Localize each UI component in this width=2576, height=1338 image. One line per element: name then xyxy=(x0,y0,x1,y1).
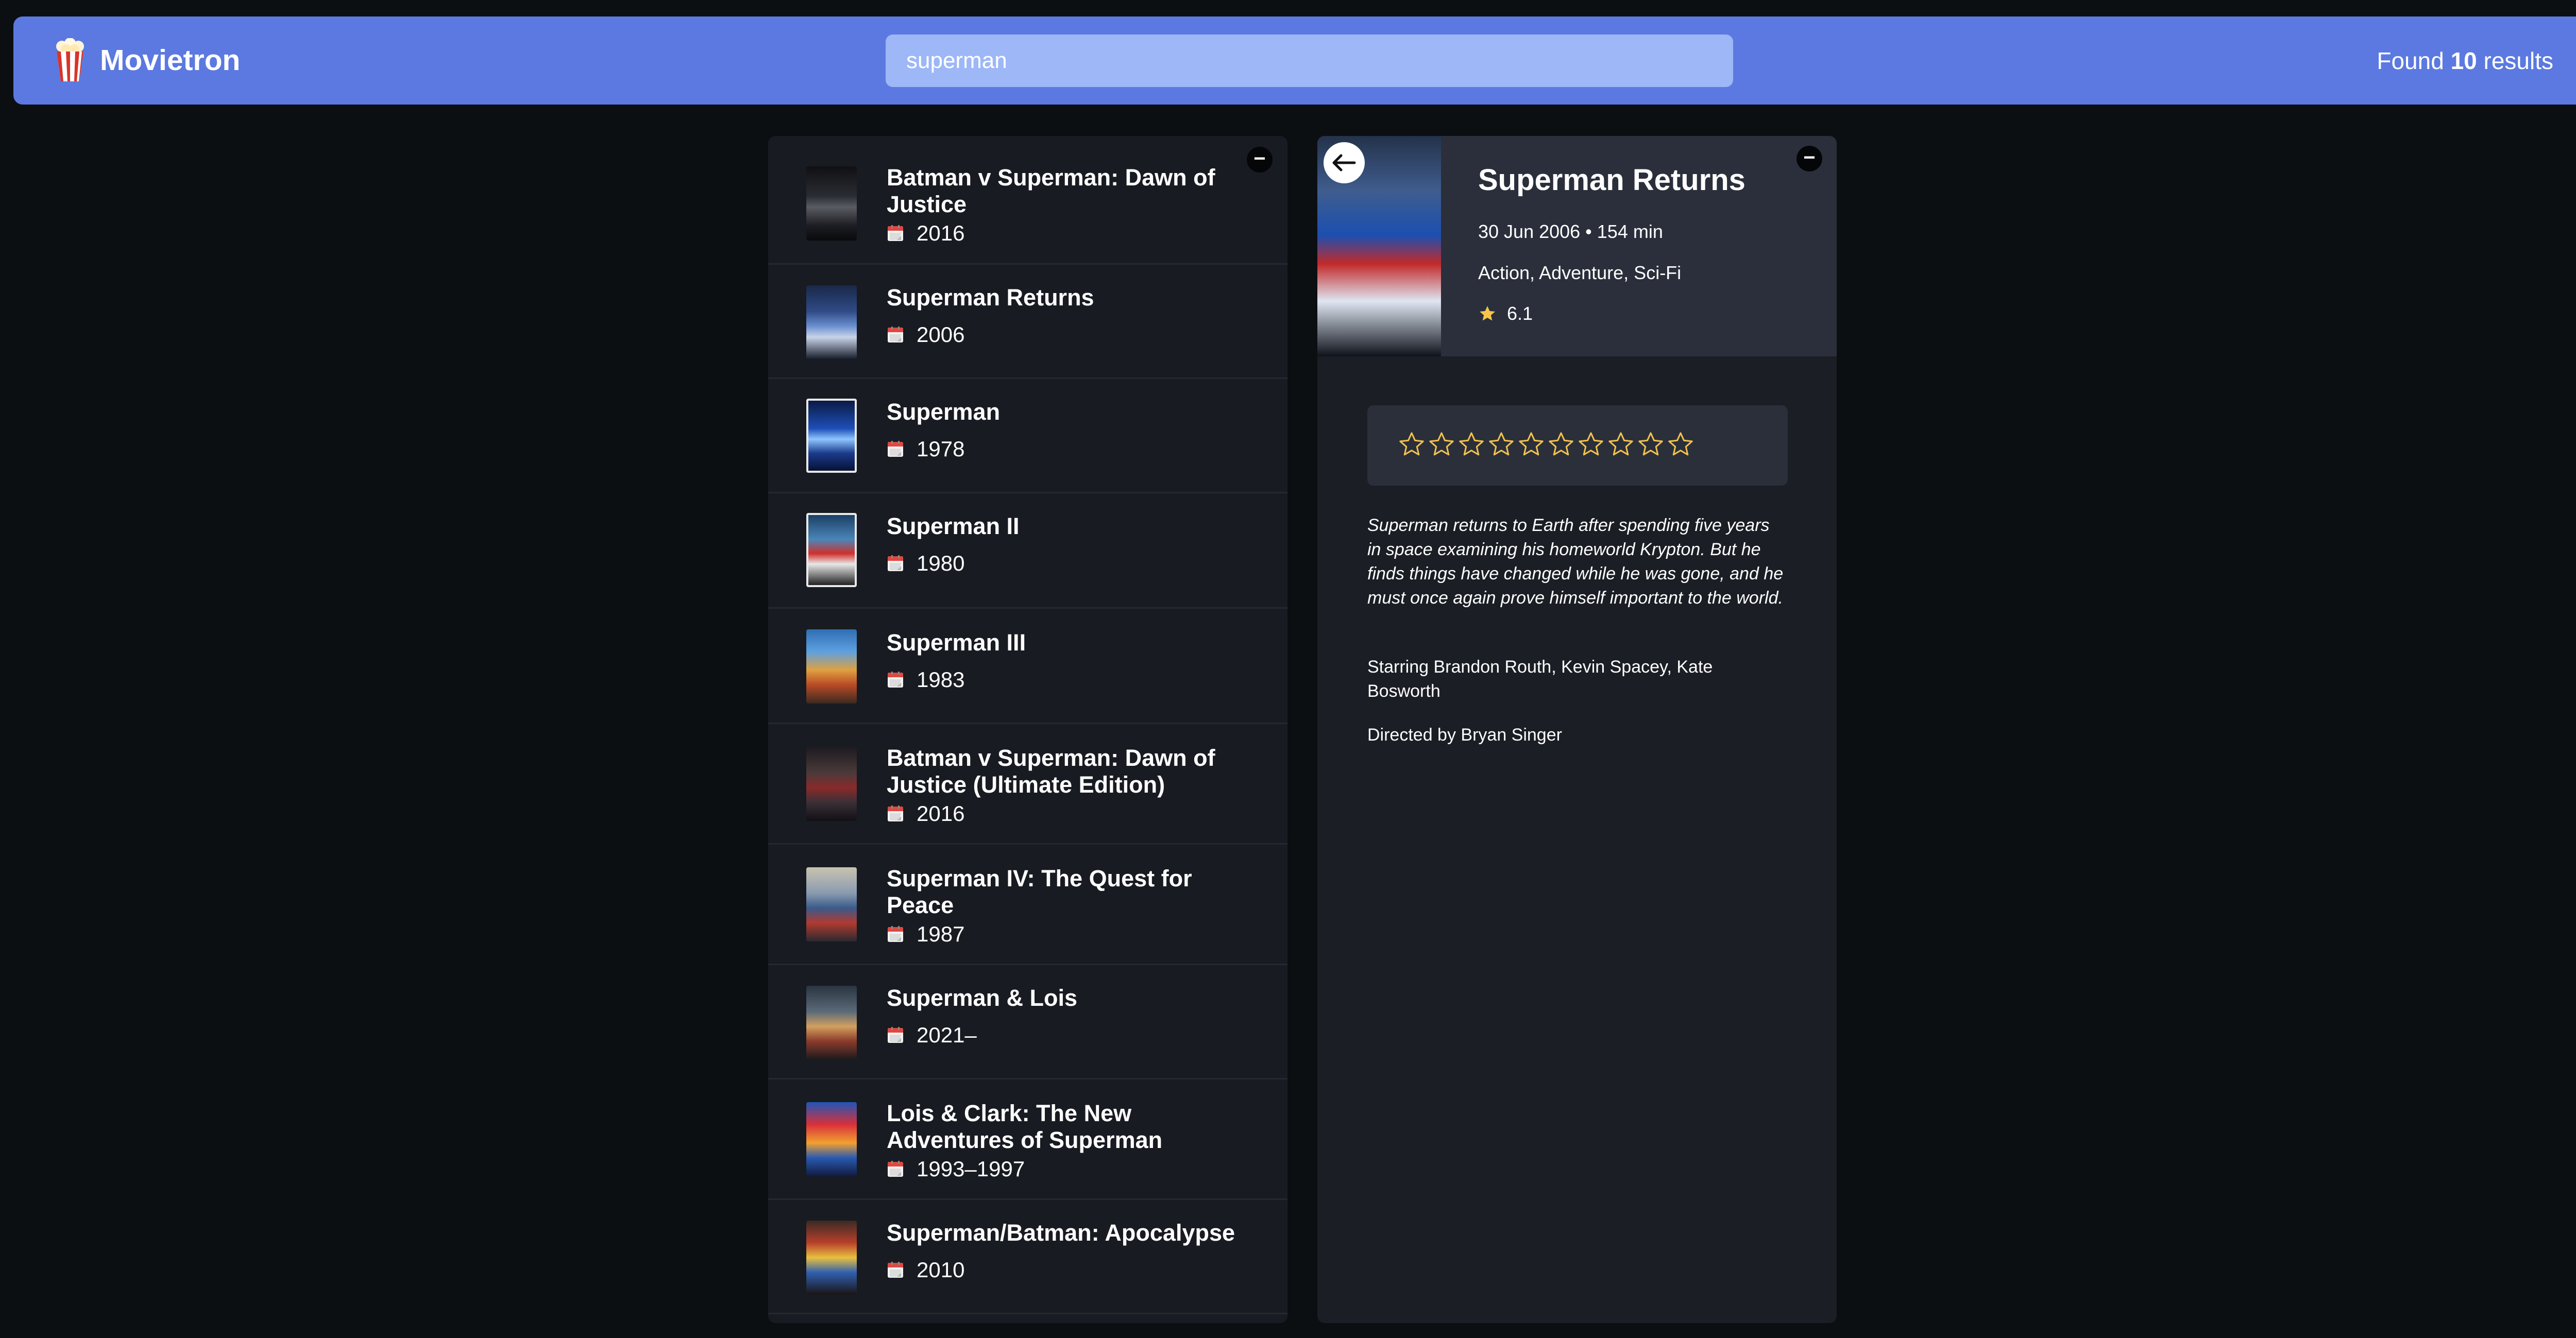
list-item[interactable]: Batman v Superman: Dawn of Justice (Ulti… xyxy=(768,724,1287,845)
list-item[interactable]: Superman II 1980 xyxy=(768,493,1287,609)
list-item[interactable]: Superman Returns 2006 xyxy=(768,265,1287,379)
top-navbar: Movietron Found 10 results xyxy=(13,16,2576,105)
rate-star-icon[interactable] xyxy=(1606,430,1635,459)
rate-star-icon[interactable] xyxy=(1487,430,1516,459)
movie-title: Superman/Batman: Apocalypse xyxy=(887,1220,1235,1246)
calendar-icon xyxy=(887,805,904,822)
movie-year: 2006 xyxy=(917,322,965,347)
movie-year: 2016 xyxy=(917,221,965,245)
back-button[interactable] xyxy=(1324,142,1365,183)
list-item[interactable]: Lois & Clark: The New Adventures of Supe… xyxy=(768,1079,1287,1200)
list-item[interactable]: Superman 1978 xyxy=(768,379,1287,493)
detail-header: − Superman Returns 30 Jun 2006 • 154 min… xyxy=(1317,136,1837,356)
rate-star-icon[interactable] xyxy=(1666,430,1695,459)
detail-title: Superman Returns xyxy=(1478,163,1745,197)
movie-title: Superman Returns xyxy=(887,284,1094,311)
movie-year-row: 2021– xyxy=(887,1022,977,1049)
movie-year-row: 1993–1997 xyxy=(887,1156,1025,1182)
movie-title: Batman v Superman: Dawn of Justice (Ulti… xyxy=(887,745,1215,798)
calendar-icon xyxy=(887,555,904,572)
movie-poster xyxy=(806,285,857,359)
movie-title: Superman III xyxy=(887,629,1026,656)
result-count-suffix: results xyxy=(2483,47,2553,74)
movie-title: Superman & Lois xyxy=(887,985,1078,1011)
rate-star-icon[interactable] xyxy=(1457,430,1486,459)
movie-detail-panel: − Superman Returns 30 Jun 2006 • 154 min… xyxy=(1317,136,1837,1323)
result-count: Found 10 results xyxy=(2377,45,2553,76)
app-name: Movietron xyxy=(100,44,241,77)
calendar-icon xyxy=(887,671,904,689)
list-item[interactable]: Superman III 1983 xyxy=(768,609,1287,724)
calendar-icon xyxy=(887,1026,904,1044)
user-rating-box xyxy=(1367,405,1788,486)
movie-poster xyxy=(806,513,857,587)
list-item[interactable]: Superman/Batman: Apocalypse 2010 xyxy=(768,1200,1287,1314)
movie-year: 2016 xyxy=(917,801,965,826)
app-logo[interactable]: Movietron xyxy=(54,37,240,83)
result-count-number: 10 xyxy=(2450,47,2477,74)
directed-by: Directed by Bryan Singer xyxy=(1367,725,1562,745)
list-item[interactable]: Batman v Superman: Dawn of Justice 2016 xyxy=(768,136,1287,265)
result-count-prefix: Found xyxy=(2377,47,2444,74)
movie-year-row: 2016 xyxy=(887,800,964,827)
movie-year-row: 2010 xyxy=(887,1257,964,1283)
imdb-rating: 6.1 xyxy=(1507,303,1533,324)
minimize-detail-button[interactable]: − xyxy=(1797,146,1822,171)
movie-poster xyxy=(806,867,857,941)
list-item[interactable]: Superman & Lois 2021– xyxy=(768,965,1287,1079)
rating-row: 6.1 xyxy=(1478,302,1533,325)
user-rating-stars[interactable] xyxy=(1397,430,1696,461)
search-input[interactable] xyxy=(886,35,1733,87)
movie-title: Lois & Clark: The New Adventures of Supe… xyxy=(887,1100,1163,1153)
movie-year: 1987 xyxy=(917,922,965,946)
synopsis: Superman returns to Earth after spending… xyxy=(1367,516,1784,608)
movie-title: Superman II xyxy=(887,513,1020,539)
movie-poster xyxy=(806,1102,857,1176)
movie-poster xyxy=(806,399,857,473)
rate-star-icon[interactable] xyxy=(1427,430,1456,459)
popcorn-icon xyxy=(56,38,84,81)
rate-star-icon[interactable] xyxy=(1517,430,1546,459)
movie-year: 1978 xyxy=(917,437,965,461)
movie-year: 1980 xyxy=(917,551,965,575)
movie-poster xyxy=(806,1221,857,1295)
movie-poster xyxy=(806,747,857,821)
movie-poster xyxy=(806,986,857,1060)
movie-year: 1993–1997 xyxy=(917,1157,1025,1181)
rate-star-icon[interactable] xyxy=(1577,430,1605,459)
movie-poster xyxy=(806,629,857,704)
movie-title: Superman IV: The Quest for Peace xyxy=(887,865,1192,918)
movie-year: 1983 xyxy=(917,667,965,692)
arrow-left-icon xyxy=(1332,154,1356,171)
starring: Starring Brandon Routh, Kevin Spacey, Ka… xyxy=(1367,657,1713,701)
star-icon xyxy=(1480,306,1495,321)
movie-year: 2010 xyxy=(917,1258,965,1282)
movie-year-row: 1987 xyxy=(887,921,964,948)
release-runtime: 30 Jun 2006 • 154 min xyxy=(1478,221,1663,242)
movie-year-row: 2016 xyxy=(887,220,964,247)
movie-year-row: 1978 xyxy=(887,436,964,462)
rate-star-icon[interactable] xyxy=(1547,430,1575,459)
movie-year-row: 2006 xyxy=(887,321,964,348)
rate-star-icon[interactable] xyxy=(1397,430,1426,459)
movie-title: Batman v Superman: Dawn of Justice xyxy=(887,164,1215,217)
genres: Action, Adventure, Sci-Fi xyxy=(1478,262,1682,283)
list-item[interactable]: Superman IV: The Quest for Peace 1987 xyxy=(768,845,1287,965)
calendar-icon xyxy=(887,925,904,943)
movie-year: 2021– xyxy=(917,1023,977,1047)
calendar-icon xyxy=(887,1261,904,1279)
rate-star-icon[interactable] xyxy=(1636,430,1665,459)
movie-title: Superman xyxy=(887,399,1001,425)
calendar-icon xyxy=(887,225,904,242)
calendar-icon xyxy=(887,1160,904,1178)
calendar-icon xyxy=(887,326,904,344)
calendar-icon xyxy=(887,440,904,458)
search-results-panel: − Batman v Superman: Dawn of Justice 201… xyxy=(768,136,1287,1323)
movie-year-row: 1980 xyxy=(887,550,964,577)
movie-poster xyxy=(806,166,857,241)
movie-year-row: 1983 xyxy=(887,666,964,693)
